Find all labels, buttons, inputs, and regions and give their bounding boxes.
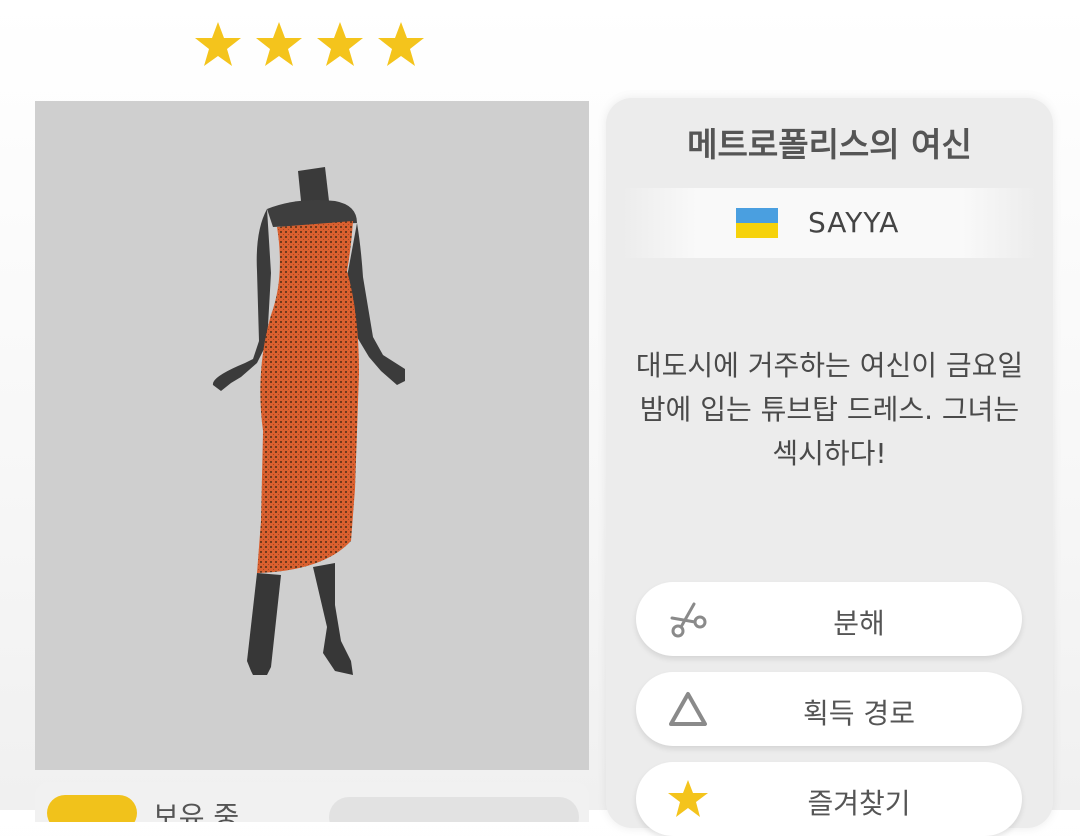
item-info-card: 메트로폴리스의 여신 SAYYA 대도시에 거주하는 여신이 금요일 밤에 입는… <box>606 98 1053 836</box>
mannequin-dress-image <box>212 167 405 675</box>
acquisition-route-label: 획득 경로 <box>803 697 915 730</box>
owned-count-badge <box>47 795 137 822</box>
owned-label: 보유 중 <box>153 800 240 822</box>
disassemble-button[interactable]: 분해 <box>636 582 1022 656</box>
item-description: 대도시에 거주하는 여신이 금요일 밤에 입는 튜브탑 드레스. 그녀는 섹시하… <box>635 349 1024 470</box>
rarity-star-icon <box>256 22 302 66</box>
owned-status-bar: 보유 중 <box>35 782 589 822</box>
acquisition-route-button[interactable]: 획득 경로 <box>636 672 1022 746</box>
ukraine-flag-icon <box>736 208 778 238</box>
rarity-star-icon <box>195 22 241 66</box>
item-preview[interactable] <box>35 101 589 770</box>
disassemble-label: 분해 <box>833 607 885 640</box>
item-title: 메트로폴리스의 여신 <box>687 125 972 164</box>
designer-name: SAYYA <box>808 206 900 239</box>
favorite-label: 즐겨찾기 <box>807 787 911 820</box>
designer-row[interactable]: SAYYA <box>622 188 1037 258</box>
rarity-star-icon <box>317 22 363 66</box>
favorite-button[interactable]: 즐겨찾기 <box>636 762 1022 836</box>
rarity-star-icon <box>378 22 424 66</box>
rarity-stars <box>193 20 426 70</box>
